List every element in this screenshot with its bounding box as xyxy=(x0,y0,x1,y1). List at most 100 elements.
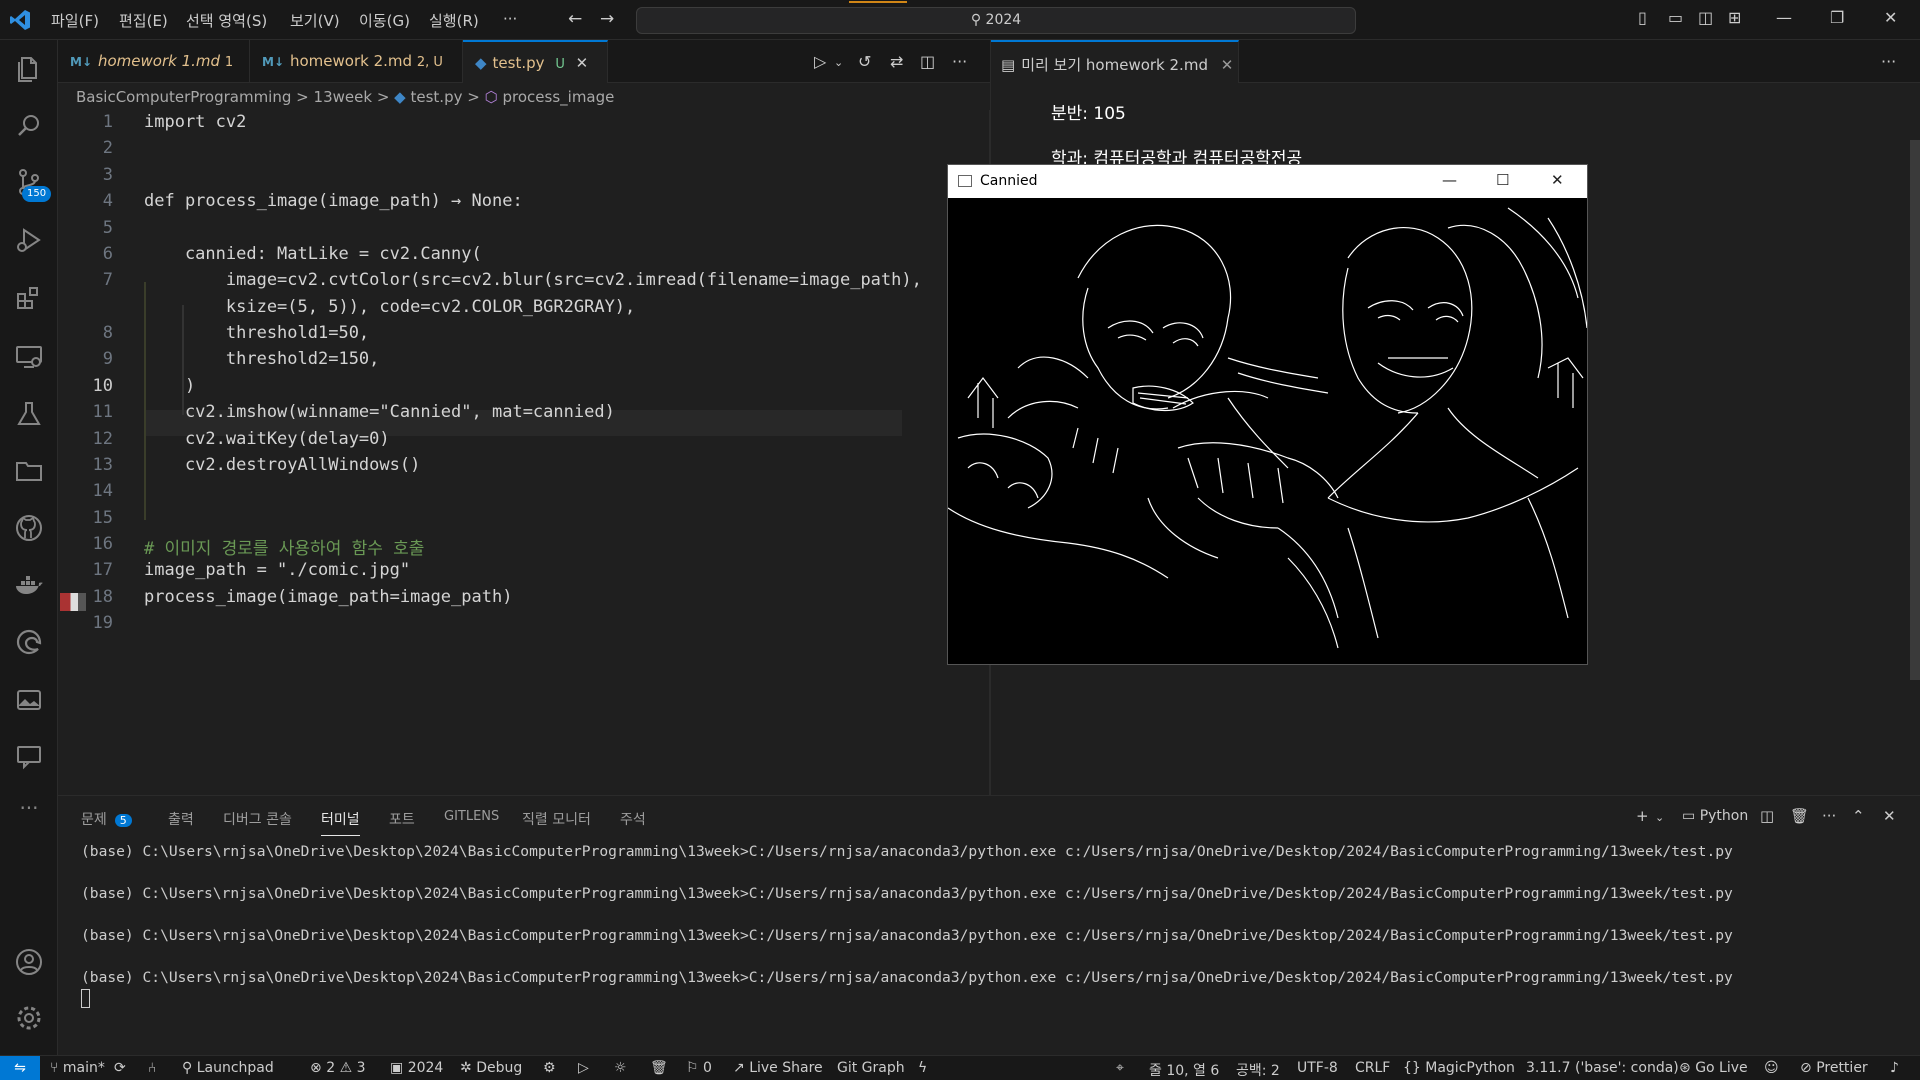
close-panel-icon[interactable]: ✕ xyxy=(1883,807,1896,825)
prettier-status[interactable]: ⊘ Prettier xyxy=(1800,1060,1868,1076)
remote-explorer-icon[interactable] xyxy=(13,340,45,372)
tab-gitlens[interactable]: GITLENS xyxy=(444,809,499,824)
eol-status[interactable]: CRLF xyxy=(1355,1060,1390,1076)
search-icon[interactable] xyxy=(13,110,45,142)
run-python-icon[interactable]: ▷ xyxy=(814,52,826,71)
folder-icon[interactable] xyxy=(13,454,45,486)
close-window-icon[interactable]: ✕ xyxy=(1551,171,1564,189)
sync-icon[interactable]: ⟳ xyxy=(114,1060,126,1076)
breadcrumb-symbol[interactable]: process_image xyxy=(503,88,615,106)
code-editor[interactable]: 1 2 3 4 5 6 7 8 9 10 11 12 13 14 15 16 1… xyxy=(58,110,990,670)
indentation-status[interactable]: 공백: 2 xyxy=(1236,1060,1280,1080)
git-graph-status[interactable]: Git Graph xyxy=(837,1060,905,1076)
tab-ports[interactable]: 포트 xyxy=(389,809,415,829)
tab-test-py[interactable]: ◆ test.py U ✕ xyxy=(463,40,608,83)
opencv-window[interactable]: Cannied — ☐ ✕ xyxy=(947,164,1588,665)
menu-view[interactable]: 보기(V) xyxy=(290,10,340,31)
interpreter-status[interactable]: 3.11.7 ('base': conda) xyxy=(1526,1060,1679,1076)
menu-go[interactable]: 이동(G) xyxy=(359,10,410,31)
github-icon[interactable] xyxy=(13,512,45,544)
more-actions-icon[interactable]: ··· xyxy=(952,52,967,71)
menu-selection[interactable]: 선택 영역(S) xyxy=(186,10,267,31)
tab-terminal[interactable]: 터미널 xyxy=(321,809,360,836)
toggle-primary-sidebar-icon[interactable]: ▯ xyxy=(1638,8,1647,27)
more-views-icon[interactable]: ··· xyxy=(13,796,45,828)
breadcrumb-folder[interactable]: BasicComputerProgramming xyxy=(76,88,291,106)
toggle-secondary-sidebar-icon[interactable]: ◫ xyxy=(1698,8,1713,27)
settings-sync-icon[interactable]: ⚙ xyxy=(543,1060,556,1076)
compare-changes-icon[interactable]: ⇄ xyxy=(890,52,903,71)
lightning-icon[interactable]: ϟ xyxy=(918,1060,927,1076)
explorer-icon[interactable] xyxy=(13,52,45,84)
menu-more[interactable]: ··· xyxy=(503,10,517,28)
tab-problems[interactable]: 문제 5 xyxy=(81,809,132,829)
toggle-panel-icon[interactable]: ▭ xyxy=(1668,8,1683,27)
menu-edit[interactable]: 편집(E) xyxy=(119,10,168,31)
tab-comments[interactable]: 주석 xyxy=(620,809,646,829)
image-preview-icon[interactable] xyxy=(13,684,45,716)
split-terminal-icon[interactable]: ◫ xyxy=(1760,807,1774,825)
timeline-icon[interactable]: ↺ xyxy=(858,52,871,71)
encoding-status[interactable]: UTF-8 xyxy=(1297,1060,1338,1076)
split-editor-icon[interactable]: ◫ xyxy=(920,52,935,71)
tab-homework-1[interactable]: M↓ homework 1.md 1 xyxy=(58,40,250,83)
docker-icon[interactable] xyxy=(13,570,45,602)
tab-output[interactable]: 출력 xyxy=(168,809,194,829)
problems-status[interactable]: ⊗ 2 ⚠ 3 xyxy=(310,1060,366,1076)
close-tab-icon[interactable]: ✕ xyxy=(1221,56,1234,74)
tab-debug-console[interactable]: 디버그 콘솔 xyxy=(223,809,292,829)
location-icon[interactable]: ⌖ xyxy=(1116,1060,1124,1076)
remote-indicator-icon[interactable]: ⇋ xyxy=(0,1056,40,1080)
restore-window-icon[interactable]: ❐ xyxy=(1830,8,1844,27)
git-graph-icon[interactable]: ⑃ xyxy=(148,1060,156,1076)
menu-file[interactable]: 파일(F) xyxy=(51,10,99,31)
run-icon[interactable]: ▷ xyxy=(578,1060,589,1076)
copilot-icon[interactable]: ☺ xyxy=(1764,1060,1779,1076)
minimize-window-icon[interactable]: — xyxy=(1442,171,1457,189)
close-window-icon[interactable]: ✕ xyxy=(1884,8,1897,27)
close-tab-icon[interactable]: ✕ xyxy=(576,54,589,72)
gear-icon[interactable] xyxy=(13,1002,45,1034)
menu-run[interactable]: 실행(R) xyxy=(429,10,479,31)
ports-status[interactable]: ⚐ 0 xyxy=(686,1060,712,1076)
preview-scrollbar[interactable] xyxy=(1910,140,1920,680)
folder-status[interactable]: ▣ 2024 xyxy=(390,1060,443,1076)
more-actions-icon[interactable]: ··· xyxy=(1881,52,1896,71)
bug-icon[interactable]: ☼ xyxy=(614,1060,627,1076)
maximize-panel-icon[interactable]: ⌃ xyxy=(1852,807,1865,825)
breadcrumb-folder[interactable]: 13week xyxy=(314,88,373,106)
tab-preview-homework-2[interactable]: ▤ 미리 보기 homework 2.md ✕ xyxy=(991,40,1239,83)
chevron-down-icon[interactable]: ⌄ xyxy=(1655,811,1664,824)
terminal-cursor[interactable] xyxy=(81,989,90,1008)
testing-flask-icon[interactable] xyxy=(13,398,45,430)
launchpad-status[interactable]: ⚲ Launchpad xyxy=(182,1060,274,1076)
back-arrow-icon[interactable]: ← xyxy=(568,9,582,29)
maximize-window-icon[interactable]: ☐ xyxy=(1496,171,1509,189)
debug-status[interactable]: ✲ Debug xyxy=(460,1060,522,1076)
breadcrumb-file[interactable]: test.py xyxy=(411,88,463,106)
tab-homework-2[interactable]: M↓ homework 2.md 2, U xyxy=(250,40,463,83)
language-status[interactable]: {} MagicPython xyxy=(1403,1060,1515,1076)
opencv-title-bar[interactable]: Cannied — ☐ ✕ xyxy=(948,165,1587,198)
cursor-position[interactable]: 줄 10, 열 6 xyxy=(1149,1060,1219,1080)
edge-browser-icon[interactable] xyxy=(13,626,45,658)
accounts-icon[interactable] xyxy=(13,946,45,978)
terminal-profile[interactable]: ▭ Python xyxy=(1682,808,1748,824)
comments-icon[interactable] xyxy=(13,740,45,772)
forward-arrow-icon[interactable]: → xyxy=(600,9,614,29)
go-live-status[interactable]: ⊛ Go Live xyxy=(1679,1060,1748,1076)
live-share-status[interactable]: ↗ Live Share xyxy=(733,1060,823,1076)
more-actions-icon[interactable]: ··· xyxy=(1822,807,1836,825)
trash-icon[interactable]: 🗑 xyxy=(650,1060,668,1076)
customize-layout-icon[interactable]: ⊞ xyxy=(1728,8,1741,27)
command-center-search[interactable]: ⚲ 2024 xyxy=(636,1,1356,34)
new-terminal-icon[interactable]: + xyxy=(1636,807,1649,825)
chevron-down-icon[interactable]: ⌄ xyxy=(834,56,843,69)
minimize-window-icon[interactable]: — xyxy=(1776,8,1792,27)
branch-status[interactable]: ⑂ main* xyxy=(50,1060,105,1076)
run-debug-icon[interactable] xyxy=(13,224,45,256)
notifications-bell-icon[interactable]: ♪ xyxy=(1890,1060,1899,1076)
trash-icon[interactable]: 🗑 xyxy=(1790,807,1809,825)
tab-serial-monitor[interactable]: 직렬 모니터 xyxy=(522,809,591,829)
extensions-icon[interactable] xyxy=(13,282,45,314)
